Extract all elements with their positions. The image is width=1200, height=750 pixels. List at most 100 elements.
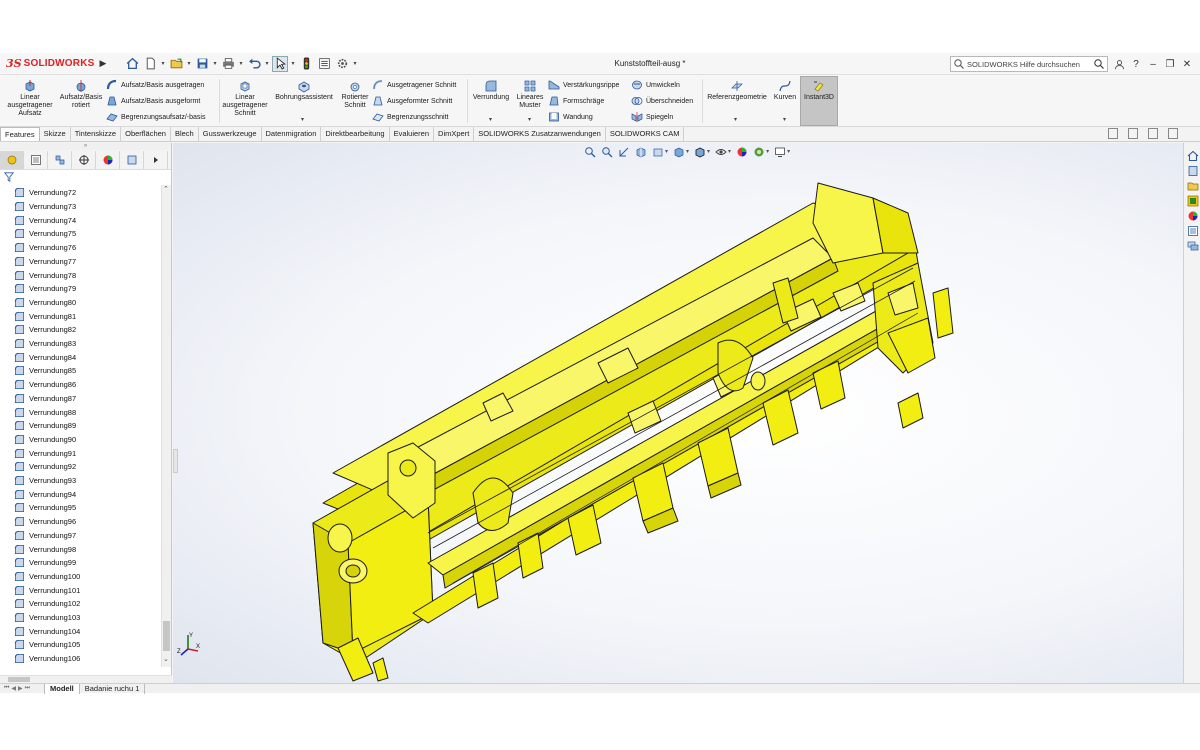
feature-tree-item[interactable]: Verrundung99 <box>14 556 76 570</box>
new-dropdown-icon[interactable]: ▾ <box>160 60 166 67</box>
forum-icon[interactable] <box>1186 239 1199 252</box>
feature-tree-item[interactable]: Verrundung90 <box>14 433 76 447</box>
fillet-dropdown-icon[interactable]: ▾ <box>489 116 492 123</box>
feature-tree-item[interactable]: Verrundung83 <box>14 337 76 351</box>
tab-blech[interactable]: Blech <box>171 127 199 141</box>
options-dropdown-icon[interactable]: ▾ <box>352 60 358 67</box>
print-dropdown-icon[interactable]: ▾ <box>238 60 244 67</box>
tab-motion-study[interactable]: Badanie ruchu 1 <box>80 683 146 694</box>
tab-zusatzanwendungen[interactable]: SOLIDWORKS Zusatzanwendungen <box>474 127 606 141</box>
help-search-input[interactable]: SOLIDWORKS Hilfe durchsuchen <box>950 56 1108 72</box>
feature-tree-item[interactable]: Verrundung86 <box>14 378 76 392</box>
scrollbar-thumb[interactable] <box>163 621 170 651</box>
boundary-boss-button[interactable]: Begrenzungsaufsatz/-basis <box>106 110 205 124</box>
feature-tree-item[interactable]: Verrundung82 <box>14 323 76 337</box>
feature-tree-item[interactable]: Verrundung77 <box>14 255 76 269</box>
feature-tree-item[interactable]: Verrundung85 <box>14 364 76 378</box>
tab-direktbearbeitung[interactable]: Direktbearbeitung <box>321 127 390 141</box>
feature-tree-item[interactable]: Verrundung74 <box>14 213 76 227</box>
open-dropdown-icon[interactable]: ▾ <box>186 60 192 67</box>
feature-tree-item[interactable]: Verrundung73 <box>14 200 76 214</box>
design-library-icon[interactable] <box>1186 164 1199 177</box>
revolved-cut-button[interactable]: Rotierter Schnitt <box>338 79 372 110</box>
tab-dimxpert[interactable]: DimXpert <box>434 127 475 141</box>
draft-button[interactable]: Formschräge <box>548 94 604 108</box>
lofted-cut-button[interactable]: Ausgeformter Schnitt <box>372 94 452 108</box>
swept-cut-button[interactable]: Ausgetragener Schnitt <box>372 78 456 92</box>
scroll-up-arrow-icon[interactable]: ⌃ <box>163 185 169 193</box>
feature-tree-item[interactable]: Verrundung79 <box>14 282 76 296</box>
feature-tree-item[interactable]: Verrundung72 <box>14 186 76 200</box>
reference-geometry-button[interactable]: Referenzgeometrie <box>704 79 770 102</box>
panel-more-icon[interactable] <box>144 150 168 169</box>
feature-tree-item[interactable]: Verrundung80 <box>14 296 76 310</box>
search-icon[interactable] <box>1093 58 1105 70</box>
rebuild-traffic-light-icon[interactable] <box>298 56 314 72</box>
filter-icon[interactable] <box>4 172 14 182</box>
close-view-icon[interactable] <box>1168 128 1178 139</box>
tree-horizontal-scrollbar[interactable] <box>0 675 172 683</box>
linear-cut-button[interactable]: Linear ausgetragener Schnitt <box>222 79 268 118</box>
undo-dropdown-icon[interactable]: ▾ <box>264 60 270 67</box>
feature-tree-item[interactable]: Verrundung104 <box>14 624 80 638</box>
select-dropdown-icon[interactable]: ▾ <box>290 60 296 67</box>
print-icon[interactable] <box>220 56 236 72</box>
feature-tree-item[interactable]: Verrundung75 <box>14 227 76 241</box>
instant3d-button[interactable]: Instant3D <box>800 79 838 102</box>
plastic-part-3d-model[interactable] <box>173 143 1183 683</box>
rib-button[interactable]: Verstärkungsrippe <box>548 78 619 92</box>
feature-tree-item[interactable]: Verrundung105 <box>14 638 80 652</box>
feature-tree-item[interactable]: Verrundung106 <box>14 652 80 666</box>
linear-pattern-button[interactable]: Lineares Muster <box>513 79 547 110</box>
solidworks-logo[interactable]: 3S SOLIDWORKS <box>0 53 98 75</box>
feature-tree-item[interactable]: Verrundung91 <box>14 446 76 460</box>
cam-tab-icon[interactable] <box>120 150 144 169</box>
hole-wizard-dropdown-icon[interactable]: ▾ <box>301 116 304 123</box>
feature-tree-item[interactable]: Verrundung92 <box>14 460 76 474</box>
close-button[interactable]: ✕ <box>1180 56 1194 72</box>
file-properties-icon[interactable] <box>316 56 332 72</box>
boundary-cut-button[interactable]: Begrenzungsschnitt <box>372 110 448 124</box>
tab-oberflaechen[interactable]: Oberflächen <box>121 127 171 141</box>
hole-wizard-button[interactable]: Bohrungsassistent <box>270 79 338 102</box>
undo-icon[interactable] <box>246 56 262 72</box>
feature-tree-item[interactable]: Verrundung102 <box>14 597 80 611</box>
curves-dropdown-icon[interactable]: ▾ <box>783 116 786 123</box>
tab-tintenskizze[interactable]: Tintenskizze <box>71 127 122 141</box>
shell-button[interactable]: Wandung <box>548 110 593 124</box>
home-icon[interactable] <box>124 56 140 72</box>
feature-tree-item[interactable]: Verrundung89 <box>14 419 76 433</box>
feature-tree-item[interactable]: Verrundung87 <box>14 392 76 406</box>
restore-button[interactable]: ❐ <box>1163 56 1177 72</box>
revolved-boss-button[interactable]: Aufsatz/Basis rotiert <box>58 79 104 110</box>
next-tab-arrow-icon[interactable]: ▶ <box>18 685 23 692</box>
lofted-boss-button[interactable]: Aufsatz/Basis ausgeformt <box>106 94 200 108</box>
featuremanager-tab-icon[interactable] <box>0 150 24 169</box>
feature-tree-item[interactable]: Verrundung101 <box>14 583 80 597</box>
tab-datenmigration[interactable]: Datenmigration <box>262 127 322 141</box>
feature-tree-item[interactable]: Verrundung84 <box>14 350 76 364</box>
tile-view-icon[interactable] <box>1128 128 1138 139</box>
help-button[interactable]: ? <box>1129 56 1143 72</box>
tab-skizze[interactable]: Skizze <box>40 127 71 141</box>
first-tab-arrow-icon[interactable]: ⏮ <box>4 685 9 692</box>
feature-tree-item[interactable]: Verrundung100 <box>14 570 80 584</box>
split-view-icon[interactable] <box>1108 128 1118 139</box>
maximize-view-icon[interactable] <box>1148 128 1158 139</box>
open-folder-icon[interactable] <box>168 56 184 72</box>
feature-tree-item[interactable]: Verrundung103 <box>14 611 80 625</box>
feature-tree-item[interactable]: Verrundung81 <box>14 309 76 323</box>
feature-tree-item[interactable]: Verrundung94 <box>14 487 76 501</box>
dimxpert-tab-icon[interactable] <box>72 150 96 169</box>
feature-tree-item[interactable]: Verrundung96 <box>14 515 76 529</box>
tab-solidworks-cam[interactable]: SOLIDWORKS CAM <box>606 127 685 141</box>
tree-vertical-scrollbar[interactable]: ⌃ ⌄ <box>161 185 171 667</box>
display-manager-tab-icon[interactable] <box>96 150 120 169</box>
tab-evaluieren[interactable]: Evaluieren <box>390 127 435 141</box>
feature-tree-item[interactable]: Verrundung95 <box>14 501 76 515</box>
user-account-icon[interactable] <box>1112 56 1126 72</box>
save-dropdown-icon[interactable]: ▾ <box>212 60 218 67</box>
swept-boss-button[interactable]: Aufsatz/Basis ausgetragen <box>106 78 204 92</box>
wrap-button[interactable]: Umwickeln <box>631 78 680 92</box>
reference-geometry-dropdown-icon[interactable]: ▾ <box>734 116 737 123</box>
